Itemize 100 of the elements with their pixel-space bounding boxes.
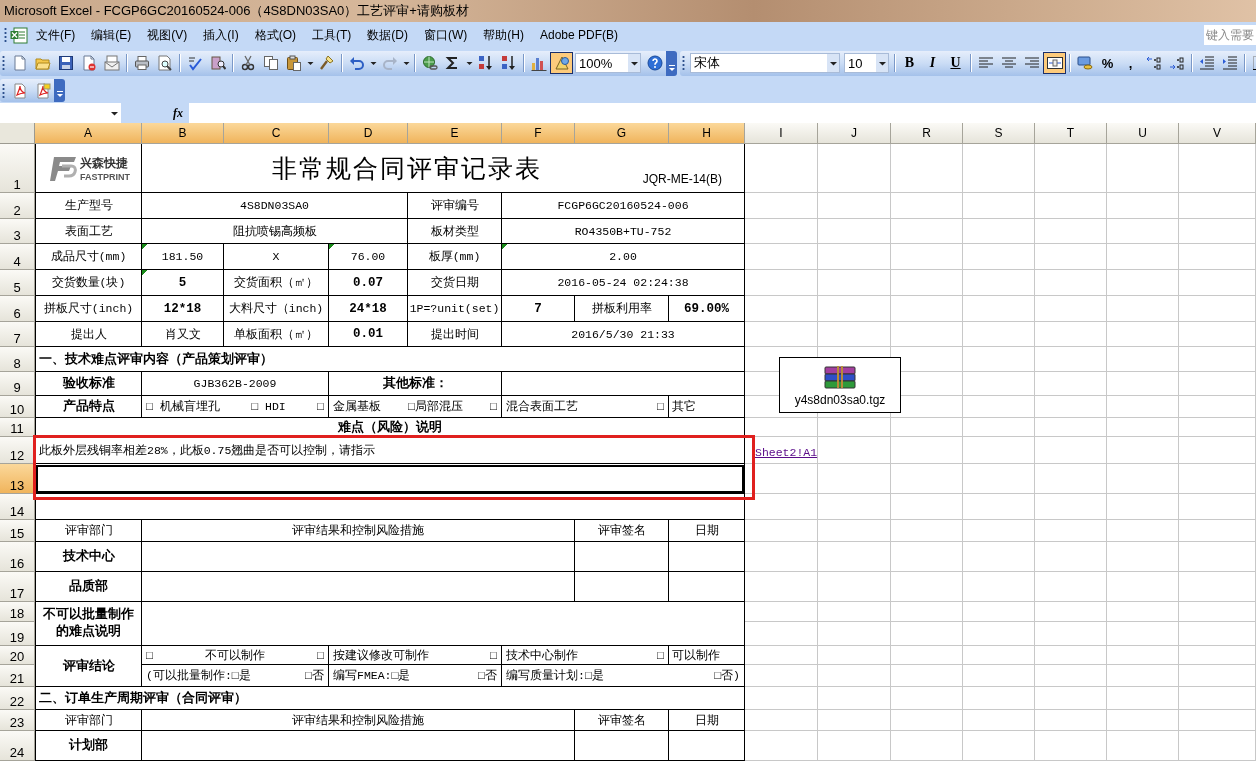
table-cell[interactable]: 69.00% [669, 296, 745, 322]
table-cell[interactable]: 计划部 [35, 731, 142, 761]
menu-item[interactable]: 格式(O) [246, 26, 304, 44]
menu-item[interactable]: 编辑(E) [83, 26, 140, 44]
row-header[interactable]: 12 [0, 437, 35, 464]
table-cell[interactable]: 76.00 [329, 244, 408, 270]
table-cell[interactable]: 品质部 [35, 572, 142, 602]
table-cell[interactable]: 12*18 [142, 296, 224, 322]
table-cell[interactable]: 24*18 [329, 296, 408, 322]
table-cell[interactable]: 181.50 [142, 244, 224, 270]
row-header[interactable]: 10 [0, 396, 35, 418]
table-cell[interactable]: 评审结果和控制风险措施 [142, 710, 575, 731]
row-header[interactable]: 7 [0, 322, 35, 347]
column-header[interactable]: U [1107, 123, 1179, 144]
menu-item[interactable]: 工具(T) [304, 26, 360, 44]
row-header[interactable]: 13 [0, 464, 35, 494]
column-header[interactable]: I [745, 123, 818, 144]
table-cell[interactable]: 2.00 [502, 244, 745, 270]
table-cell[interactable]: 板厚(mm) [408, 244, 502, 270]
table-cell[interactable] [35, 464, 745, 494]
column-header[interactable]: A [35, 123, 142, 144]
table-cell[interactable]: 拼板利用率 [575, 296, 669, 322]
underline-button[interactable]: U [944, 52, 967, 74]
row-header[interactable]: 9 [0, 372, 35, 396]
table-cell[interactable]: 不可以批量制作的难点说明 [35, 602, 142, 646]
table-cell[interactable]: 0.01 [329, 322, 408, 347]
table-cell[interactable]: 评审结论 [35, 646, 142, 687]
menu-item[interactable]: Adobe PDF(B) [532, 28, 626, 42]
table-cell[interactable]: 板材类型 [408, 219, 502, 244]
column-header[interactable]: R [891, 123, 963, 144]
row-header[interactable]: 3 [0, 219, 35, 244]
table-cell[interactable]: 4S8DN03SA0 [142, 193, 408, 219]
italic-button[interactable]: I [921, 52, 944, 74]
column-header[interactable]: D [329, 123, 408, 144]
row-header[interactable]: 20 [0, 646, 35, 665]
column-header[interactable]: H [669, 123, 745, 144]
table-cell[interactable]: FCGP6GC20160524-006 [502, 193, 745, 219]
row-header[interactable]: 8 [0, 347, 35, 372]
merge-button[interactable] [1043, 52, 1066, 74]
table-cell[interactable]: 可以制作 [669, 646, 745, 665]
column-header[interactable]: C [224, 123, 329, 144]
table-cell[interactable]: 评审签名 [575, 710, 669, 731]
table-cell[interactable]: 编写FMEA:□是 □否 [329, 665, 502, 687]
hyperlink[interactable]: Sheet2!A1 [745, 446, 818, 459]
row-header[interactable]: 5 [0, 270, 35, 296]
table-cell[interactable]: 产品特点 [35, 396, 142, 418]
table-cell[interactable]: 阻抗喷锡高频板 [142, 219, 408, 244]
row-header[interactable]: 11 [0, 418, 35, 437]
table-cell[interactable]: 0.07 [329, 270, 408, 296]
column-header[interactable]: J [818, 123, 891, 144]
row-header[interactable]: 16 [0, 542, 35, 572]
row-header[interactable]: 1 [0, 144, 35, 193]
menu-item[interactable]: 窗口(W) [416, 26, 476, 44]
toolbar-grip[interactable] [682, 55, 685, 71]
row-header[interactable]: 21 [0, 665, 35, 687]
row-header[interactable]: 22 [0, 687, 35, 710]
insert-function-button[interactable]: fx [173, 105, 183, 121]
table-cell[interactable]: 交货日期 [408, 270, 502, 296]
table-cell[interactable]: X [224, 244, 329, 270]
table-cell[interactable]: 验收标准 [35, 372, 142, 396]
table-cell[interactable]: GJB362B-2009 [142, 372, 329, 396]
table-cell[interactable]: 提出人 [35, 322, 142, 347]
table-cell[interactable]: (可以批量制作:□是 □否 [142, 665, 329, 687]
table-cell[interactable]: 2016-05-24 02:24:38 [502, 270, 745, 296]
table-cell[interactable]: 其他标准： [329, 372, 502, 396]
menu-item[interactable]: 数据(D) [359, 26, 416, 44]
table-cell[interactable]: 编写质量计划:□是 □否) [502, 665, 745, 687]
formula-field[interactable] [189, 103, 1256, 123]
table-cell[interactable]: 评审部门 [35, 710, 142, 731]
zoom-combo[interactable]: 100% [575, 53, 641, 73]
table-cell[interactable]: 评审部门 [35, 520, 142, 542]
row-header[interactable]: 23 [0, 710, 35, 731]
bold-button[interactable]: B [898, 52, 921, 74]
table-cell[interactable]: 技术中心 [35, 542, 142, 572]
table-cell[interactable]: 大料尺寸（inch) [224, 296, 329, 322]
table-cell[interactable]: 非常规合同评审记录表 JQR-ME-14(B) [142, 144, 745, 193]
table-cell[interactable]: 技术中心制作 □ [502, 646, 669, 665]
toolbar-grip[interactable] [2, 82, 5, 99]
table-cell[interactable]: 按建议修改可制作 □ [329, 646, 502, 665]
row-header[interactable]: 18 [0, 602, 35, 622]
table-cell[interactable]: □ 机械盲埋孔 □ HDI □ [142, 396, 329, 418]
table-cell[interactable]: 交货数量(块) [35, 270, 142, 296]
toolbar-options-button[interactable] [54, 79, 65, 102]
table-cell[interactable]: 7 [502, 296, 575, 322]
row-header[interactable]: 2 [0, 193, 35, 219]
font-size-combo[interactable]: 10 [844, 53, 889, 73]
menu-item[interactable]: 文件(F) [28, 26, 84, 44]
column-header[interactable]: F [502, 123, 575, 144]
table-cell[interactable]: 混合表面工艺 □ [502, 396, 669, 418]
table-cell[interactable]: 成品尺寸(mm) [35, 244, 142, 270]
table-cell[interactable]: 金属基板 □局部混压 □ [329, 396, 502, 418]
table-cell[interactable]: 此板外层残铜率相差28%，此板0.75翘曲是否可以控制，请指示 [35, 437, 745, 464]
table-cell[interactable]: 二、订单生产周期评审（合同评审） [35, 687, 745, 710]
table-cell[interactable]: 5 [142, 270, 224, 296]
embedded-file[interactable]: y4s8dn03sa0.tgz [779, 357, 901, 413]
table-cell[interactable]: □ 不可以制作 □ [142, 646, 329, 665]
row-header[interactable]: 6 [0, 296, 35, 322]
column-header[interactable]: T [1035, 123, 1107, 144]
column-header[interactable]: E [408, 123, 502, 144]
column-header[interactable]: B [142, 123, 224, 144]
